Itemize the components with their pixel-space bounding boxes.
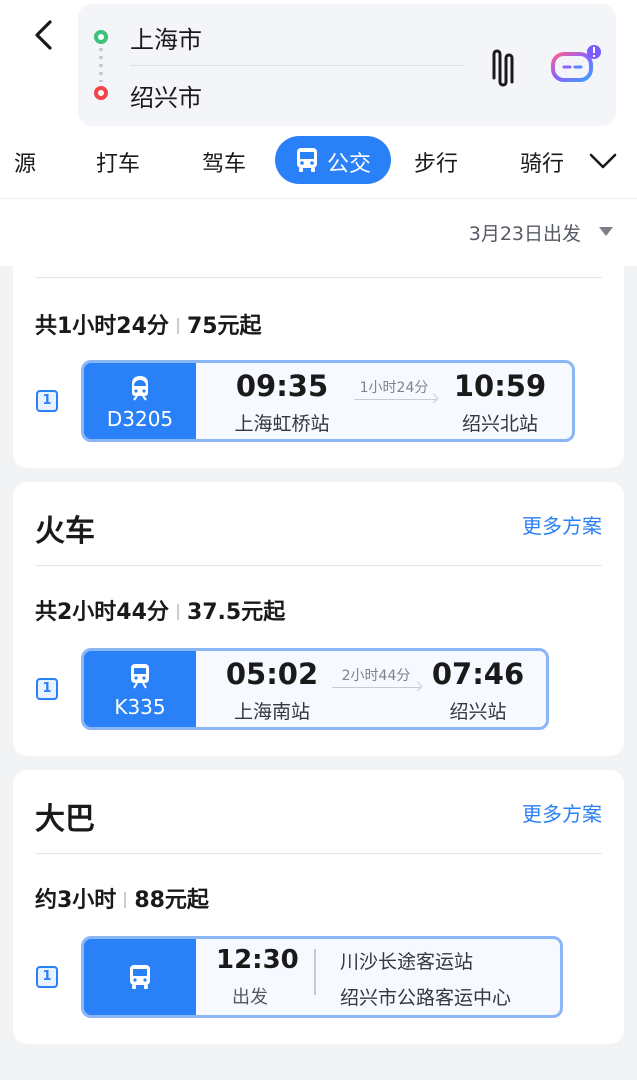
- from-station: 川沙长途客运站: [340, 951, 474, 973]
- coach-bus-icon: [130, 965, 150, 989]
- tab-cycle[interactable]: 骑行: [520, 146, 564, 178]
- to-station: 绍兴市公路客运中心: [340, 987, 512, 1009]
- duration-arrow: [354, 399, 436, 400]
- back-arrow-icon[interactable]: [30, 18, 58, 52]
- depart-time: 12:30: [216, 945, 299, 975]
- plan-index: 1: [36, 390, 58, 412]
- price-from: 88元起: [134, 888, 209, 913]
- date-bar[interactable]: 3月23日出发: [0, 198, 637, 266]
- section-title: 大巴: [35, 802, 95, 837]
- depart-station: 上海南站: [233, 701, 310, 723]
- caret-down-icon[interactable]: [599, 227, 613, 236]
- trip-option[interactable]: 12:30 出发 川沙长途客运站 绍兴市公路客运中心: [81, 936, 563, 1018]
- section-title: 火车: [35, 514, 95, 549]
- total-duration: 约3小时: [35, 888, 117, 913]
- duration-arrow: [332, 687, 420, 688]
- route-connector: [99, 48, 103, 82]
- high-speed-train-icon: [132, 376, 148, 401]
- card-divider: [35, 565, 602, 566]
- more-plans-link[interactable]: 更多方案: [522, 798, 602, 827]
- trip-option[interactable]: K335 05:02 上海南站 2小时44分 07:46 绍兴站: [81, 648, 549, 730]
- departure-date[interactable]: 3月23日出发: [469, 219, 581, 246]
- route-divider: [130, 65, 464, 66]
- tab-walk[interactable]: 步行: [414, 146, 458, 178]
- trip-summary: 约3小时 88元起: [35, 882, 209, 914]
- total-duration: 共2小时44分: [35, 600, 169, 625]
- route-line: [314, 949, 316, 995]
- arrive-time: 10:59: [453, 369, 547, 403]
- plan-index: 1: [36, 678, 58, 700]
- header: 上海市 绍兴市 源 打车 驾车 步行 骑行 公交: [0, 0, 637, 198]
- price-from: 37.5元起: [186, 600, 286, 625]
- summary-divider: [176, 318, 179, 334]
- tab-transit[interactable]: 公交: [275, 136, 391, 184]
- train-badge: D3205: [84, 363, 196, 439]
- depart-station: 上海虹桥站: [234, 413, 330, 435]
- price-from: 75元起: [186, 314, 262, 339]
- origin-field[interactable]: 上海市: [130, 20, 202, 55]
- trip-duration: 1小时24分: [359, 380, 429, 396]
- swap-route-icon[interactable]: [486, 48, 520, 88]
- tab-drive[interactable]: 驾车: [202, 146, 246, 178]
- coach-badge: [84, 939, 196, 1015]
- train-number: K335: [114, 695, 166, 719]
- trip-option[interactable]: D3205 09:35 上海虹桥站 1小时24分 10:59 绍兴北站: [81, 360, 575, 442]
- train-number: D3205: [106, 407, 174, 431]
- coach-card: 大巴 更多方案 约3小时 88元起 1 12:30 出发 川沙长途客运站 绍兴市公…: [13, 770, 624, 1044]
- tab-transit-label: 公交: [327, 152, 372, 177]
- trip-duration: 2小时44分: [341, 668, 411, 684]
- arrive-station: 绍兴站: [449, 701, 507, 723]
- depart-label: 出发: [232, 987, 268, 1008]
- plan-index: 1: [36, 966, 58, 988]
- trip-summary: 共2小时44分 37.5元起: [35, 594, 285, 626]
- card-divider: [35, 277, 602, 278]
- destination-dot-icon: [94, 86, 108, 100]
- summary-divider: [124, 892, 127, 908]
- high-speed-card: 共1小时24分 75元起 1 D3205 09:35 上海虹桥站 1小时24分 1…: [13, 266, 624, 468]
- trip-summary: 共1小时24分 75元起: [35, 308, 262, 340]
- depart-time: 09:35: [235, 369, 329, 403]
- more-plans-link[interactable]: 更多方案: [522, 510, 602, 539]
- summary-divider: [176, 604, 179, 620]
- total-duration: 共1小时24分: [35, 314, 169, 339]
- bus-icon: [297, 148, 317, 172]
- arrive-time: 07:46: [431, 657, 525, 691]
- train-card: 火车 更多方案 共2小时44分 37.5元起 1 K335 05:02 上海南站 …: [13, 482, 624, 756]
- chevron-down-icon[interactable]: [588, 148, 618, 174]
- destination-field[interactable]: 绍兴市: [130, 78, 202, 113]
- assistant-robot-icon[interactable]: [550, 44, 602, 88]
- train-icon: [131, 664, 149, 689]
- tab-taxi[interactable]: 打车: [96, 146, 140, 178]
- card-divider: [35, 853, 602, 854]
- route-box: 上海市 绍兴市: [78, 4, 616, 126]
- arrive-station: 绍兴北站: [461, 413, 538, 435]
- depart-time: 05:02: [225, 657, 319, 691]
- train-badge: K335: [84, 651, 196, 727]
- tab-energy[interactable]: 源: [14, 146, 36, 178]
- origin-dot-icon: [94, 30, 108, 44]
